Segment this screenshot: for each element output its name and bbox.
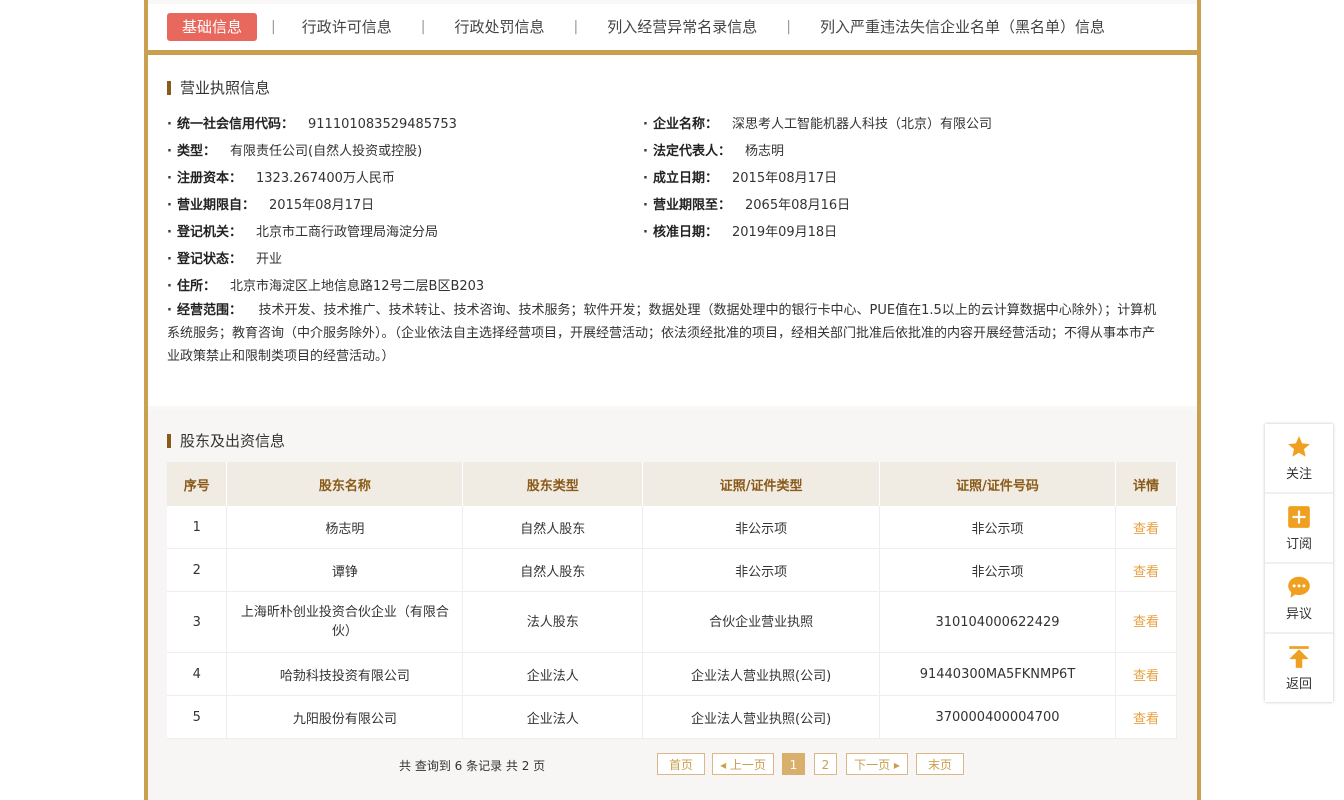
arrow-up-icon [1289,646,1309,668]
pager-page-1[interactable]: 1 [782,753,805,775]
license-section-title: 营业执照信息 [167,81,270,96]
view-detail-link[interactable]: 查看 [1115,548,1178,592]
cell-cert-no: 非公示项 [879,548,1116,592]
info-type: · 类型： 有限责任公司(自然人投资或控股) [167,144,423,159]
cell-cert-type: 企业法人营业执照(公司) [642,652,881,696]
cell-name: 杨志明 [226,506,464,549]
cell-type: 自然人股东 [462,548,644,592]
follow-button[interactable]: 关注 [1265,424,1333,494]
table-row: 1 杨志明 自然人股东 非公示项 非公示项 查看 [167,506,1178,549]
info-status: · 登记状态： 开业 [167,252,283,267]
cell-index: 2 [167,548,228,592]
cell-index: 1 [167,506,228,549]
info-approval-date: · 核准日期： 2019年09月18日 [643,225,838,240]
view-detail-link[interactable]: 查看 [1115,695,1178,739]
pager-next-button[interactable]: 下一页 ▸ [846,753,908,775]
cell-name: 哈勃科技投资有限公司 [226,652,464,696]
subscribe-button[interactable]: 订阅 [1265,494,1333,564]
back-to-top-button[interactable]: 返回 [1265,634,1333,702]
table-row: 4 哈勃科技投资有限公司 企业法人 企业法人营业执照(公司) 91440300M… [167,652,1178,696]
main-frame: 基础信息 | 行政许可信息 | 行政处罚信息 | 列入经营异常名录信息 | 列入… [144,0,1201,800]
tab-separator: | [420,19,426,35]
shareholder-table: 序号 股东名称 股东类型 证照/证件类型 证照/证件号码 详情 1 杨志明 自然… [167,462,1178,739]
back-label: 返回 [1285,677,1312,692]
cell-cert-type: 非公示项 [642,548,881,592]
table-row: 5 九阳股份有限公司 企业法人 企业法人营业执照(公司) 37000040000… [167,695,1178,739]
info-company-name: · 企业名称： 深思考人工智能机器人科技（北京）有限公司 [643,117,993,132]
col-header-name: 股东名称 [226,462,464,506]
tab-admin-penalty[interactable]: 行政处罚信息 [442,13,556,41]
subscribe-label: 订阅 [1285,537,1312,552]
cell-cert-no: 非公示项 [879,506,1116,549]
col-header-detail: 详情 [1115,462,1178,506]
shareholder-section-title: 股东及出资信息 [167,434,285,449]
tab-abnormal-list[interactable]: 列入经营异常名录信息 [595,13,769,41]
view-detail-link[interactable]: 查看 [1115,506,1178,549]
view-detail-link[interactable]: 查看 [1115,591,1178,653]
table-header-row: 序号 股东名称 股东类型 证照/证件类型 证照/证件号码 详情 [167,462,1178,506]
info-capital: · 注册资本： 1323.267400万人民币 [167,171,395,186]
info-term-from: · 营业期限自： 2015年08月17日 [167,198,375,213]
info-legal-representative: · 法定代表人： 杨志明 [643,144,785,159]
tab-admin-license[interactable]: 行政许可信息 [290,13,404,41]
info-registration-authority: · 登记机关： 北京市工商行政管理局海淀分局 [167,225,439,240]
cell-cert-no: 370000400004700 [879,695,1116,739]
cell-name: 谭铮 [226,548,464,592]
info-address: · 住所： 北京市海淀区上地信息路12号二层B区B203 [167,279,485,294]
cell-cert-no: 91440300MA5FKNMP6T [879,652,1116,696]
pager-page-2[interactable]: 2 [814,753,837,775]
pager-last-button[interactable]: 末页 [916,753,964,775]
col-header-cert-no: 证照/证件号码 [879,462,1116,506]
tab-basic-info[interactable]: 基础信息 [167,13,258,41]
tab-blacklist[interactable]: 列入严重违法失信企业名单（黑名单）信息 [808,13,1117,41]
cell-type: 企业法人 [462,695,644,739]
cell-index: 3 [167,591,228,653]
cell-name: 九阳股份有限公司 [226,695,464,739]
pager-prev-button[interactable]: ◂ 上一页 [712,753,774,775]
tab-separator: | [573,19,579,35]
cell-cert-type: 非公示项 [642,506,881,549]
tab-bar: 基础信息 | 行政许可信息 | 行政处罚信息 | 列入经营异常名录信息 | 列入… [148,4,1197,50]
info-credit-code: · 统一社会信用代码： 911101083529485753 [167,117,457,132]
cell-name: 上海昕朴创业投资合伙企业（有限合伙） [226,591,464,653]
cell-cert-type: 合伙企业营业执照 [642,591,881,653]
cell-type: 自然人股东 [462,506,644,549]
col-header-index: 序号 [167,462,228,506]
plus-square-icon [1288,506,1310,528]
table-row: 2 谭铮 自然人股东 非公示项 非公示项 查看 [167,548,1178,592]
chat-bubble-icon [1288,576,1310,598]
col-header-cert-type: 证照/证件类型 [642,462,881,506]
pager-summary: 共 查询到 6 条记录 共 2 页 [399,759,546,773]
info-term-to: · 营业期限至： 2065年08月16日 [643,198,851,213]
cell-type: 企业法人 [462,652,644,696]
info-business-scope: · 经营范围： 技术开发、技术推广、技术转让、技术咨询、技术服务；软件开发；数据处… [167,303,1157,364]
tab-separator: | [271,19,276,35]
cell-index: 5 [167,695,228,739]
objection-button[interactable]: 异议 [1265,564,1333,634]
star-icon [1288,436,1310,457]
cell-index: 4 [167,652,228,696]
cell-type: 法人股东 [462,591,644,653]
content-panel: 基础信息 | 行政许可信息 | 行政处罚信息 | 列入经营异常名录信息 | 列入… [148,0,1197,800]
follow-label: 关注 [1285,467,1312,482]
license-section: 营业执照信息 · 统一社会信用代码： 911101083529485753 · 类型：… [148,55,1197,406]
floating-action-bar: 关注 订阅 异议 返回 [1265,424,1333,702]
view-detail-link[interactable]: 查看 [1115,652,1178,696]
pager-first-button[interactable]: 首页 [657,753,705,775]
info-established-date: · 成立日期： 2015年08月17日 [643,171,838,186]
col-header-type: 股东类型 [462,462,644,506]
cell-cert-type: 企业法人营业执照(公司) [642,695,881,739]
tab-separator: | [786,19,791,35]
table-row: 3 上海昕朴创业投资合伙企业（有限合伙） 法人股东 合伙企业营业执照 31010… [167,591,1178,653]
cell-cert-no: 310104000622429 [879,591,1116,653]
objection-label: 异议 [1285,607,1312,622]
